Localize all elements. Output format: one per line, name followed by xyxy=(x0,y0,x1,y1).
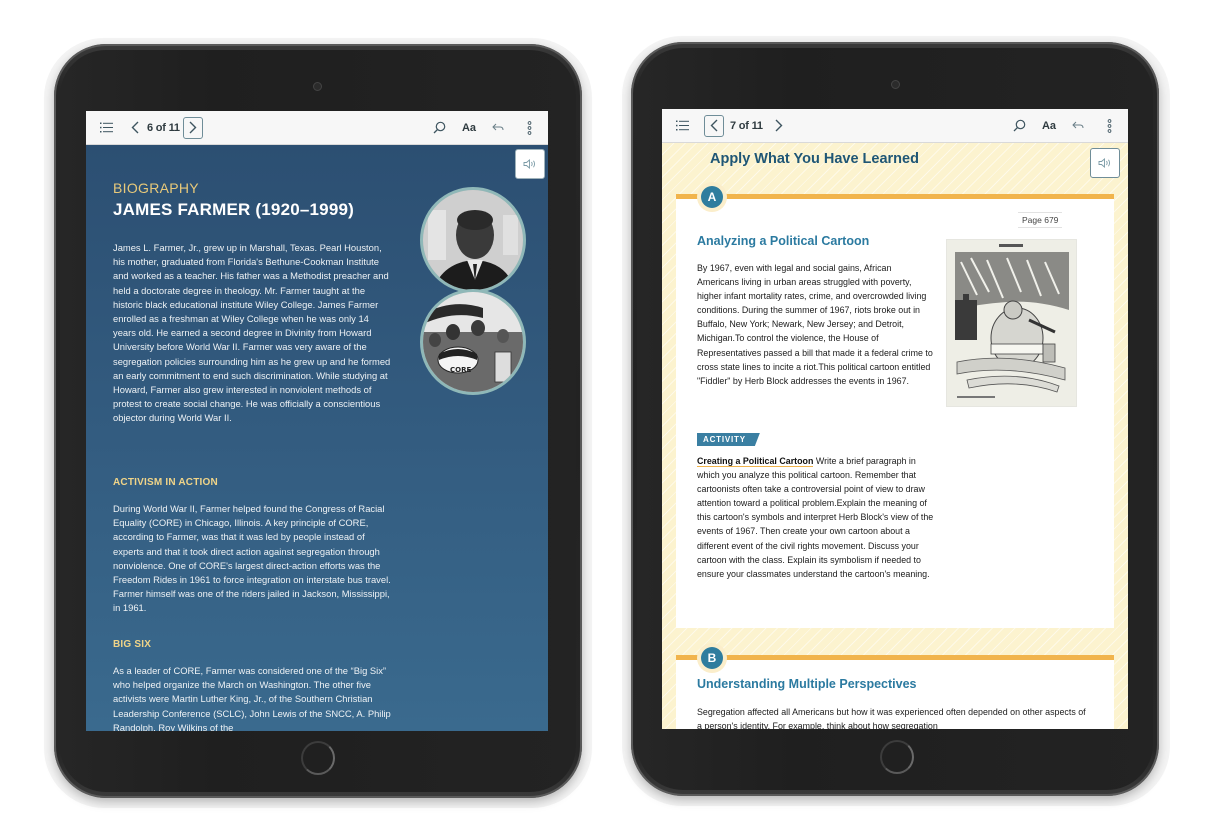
left-screen: 6 of 11 Aa BIOGRAPHY JAMES FARMER (1920–… xyxy=(86,111,548,731)
speaker-icon xyxy=(1098,158,1110,168)
search-button[interactable] xyxy=(1010,119,1030,132)
section-text-activism: During World War II, Farmer helped found… xyxy=(113,503,391,614)
read-aloud-button[interactable] xyxy=(1090,148,1120,178)
chevron-left-icon xyxy=(710,119,718,132)
portrait-photo[interactable] xyxy=(420,187,526,293)
next-page-button[interactable] xyxy=(182,116,203,139)
biography-intro: James L. Farmer, Jr., grew up in Marshal… xyxy=(113,242,391,424)
table-of-contents-button[interactable] xyxy=(96,122,116,133)
card-b-accent-bar xyxy=(676,655,1114,660)
right-camera xyxy=(891,80,900,89)
creating-political-cartoon-link[interactable]: Creating a Political Cartoon xyxy=(697,456,814,467)
right-screen: 7 of 11 Aa Apply What You Have Learned A… xyxy=(662,109,1128,729)
activity-tag: ACTIVITY xyxy=(697,433,760,446)
read-aloud-button[interactable] xyxy=(515,149,545,179)
section-heading-activism: ACTIVISM IN ACTION xyxy=(113,477,218,488)
left-home-button[interactable] xyxy=(301,741,335,775)
activity-card-a: A Page 679 Analyzing a Political Cartoon… xyxy=(676,182,1114,628)
back-button[interactable] xyxy=(488,123,508,132)
activity-instructions: Write a brief paragraph in which you ana… xyxy=(697,456,934,579)
next-page-button[interactable] xyxy=(770,119,788,132)
biography-panel: BIOGRAPHY JAMES FARMER (1920–1999) James… xyxy=(86,145,548,731)
apply-title: Apply What You Have Learned xyxy=(710,151,919,167)
protest-photo[interactable]: CORE xyxy=(420,289,526,395)
chevron-left-icon xyxy=(131,121,139,134)
back-arrow-icon xyxy=(492,123,504,131)
apply-panel: Apply What You Have Learned A Page 679 A… xyxy=(662,143,1128,729)
card-a-text: By 1967, even with legal and social gain… xyxy=(697,263,933,386)
page-count: 6 of 11 xyxy=(147,121,180,134)
more-options-button[interactable] xyxy=(520,120,538,135)
biography-kicker: BIOGRAPHY xyxy=(113,180,199,196)
right-toolbar: 7 of 11 Aa xyxy=(662,109,1128,143)
search-button[interactable] xyxy=(430,121,450,134)
chevron-right-icon xyxy=(189,121,197,134)
search-icon xyxy=(433,121,446,134)
page-reference: Page 679 xyxy=(1018,212,1063,228)
protest-image: CORE xyxy=(423,292,523,392)
svg-text:CORE: CORE xyxy=(450,366,471,374)
card-a-accent-bar xyxy=(676,194,1114,199)
cartoon-drawing xyxy=(947,240,1076,406)
right-home-button[interactable] xyxy=(880,740,914,774)
chevron-right-icon xyxy=(775,119,783,132)
back-button[interactable] xyxy=(1068,121,1088,130)
card-b-heading: Understanding Multiple Perspectives xyxy=(697,677,917,691)
card-b-text: Segregation affected all Americans but h… xyxy=(697,707,1086,729)
font-settings-button[interactable]: Aa xyxy=(462,122,476,134)
more-vertical-icon xyxy=(1107,118,1111,133)
previous-page-button[interactable] xyxy=(126,121,144,134)
list-icon xyxy=(99,122,113,133)
search-icon xyxy=(1013,119,1026,132)
card-b-badge: B xyxy=(697,643,727,673)
back-arrow-icon xyxy=(1072,121,1084,129)
left-tablet-frame: 6 of 11 Aa BIOGRAPHY JAMES FARMER (1920–… xyxy=(54,44,582,798)
more-vertical-icon xyxy=(527,120,531,135)
card-a-heading: Analyzing a Political Cartoon xyxy=(697,234,870,248)
left-toolbar: 6 of 11 Aa xyxy=(86,111,548,145)
activity-text: Creating a Political Cartoon Write a bri… xyxy=(697,454,935,581)
previous-page-button[interactable] xyxy=(704,114,724,137)
more-options-button[interactable] xyxy=(1100,118,1118,133)
list-icon xyxy=(675,120,689,131)
right-tablet-frame: 7 of 11 Aa Apply What You Have Learned A… xyxy=(631,42,1159,796)
font-settings-button[interactable]: Aa xyxy=(1042,120,1056,132)
political-cartoon-image[interactable] xyxy=(946,239,1077,407)
section-heading-big-six: BIG SIX xyxy=(113,639,152,650)
section-text-big-six: As a leader of CORE, Farmer was consider… xyxy=(113,665,391,731)
activity-card-b: B Understanding Multiple Perspectives Se… xyxy=(676,643,1114,729)
biography-title: JAMES FARMER (1920–1999) xyxy=(113,200,355,219)
left-camera xyxy=(313,82,322,91)
page-count: 7 of 11 xyxy=(730,119,763,132)
card-b-badge-letter: B xyxy=(701,647,723,669)
portrait-image xyxy=(423,190,523,290)
card-a-badge: A xyxy=(697,182,727,212)
table-of-contents-button[interactable] xyxy=(672,120,692,131)
speaker-icon xyxy=(523,159,535,169)
card-a-badge-letter: A xyxy=(701,186,723,208)
